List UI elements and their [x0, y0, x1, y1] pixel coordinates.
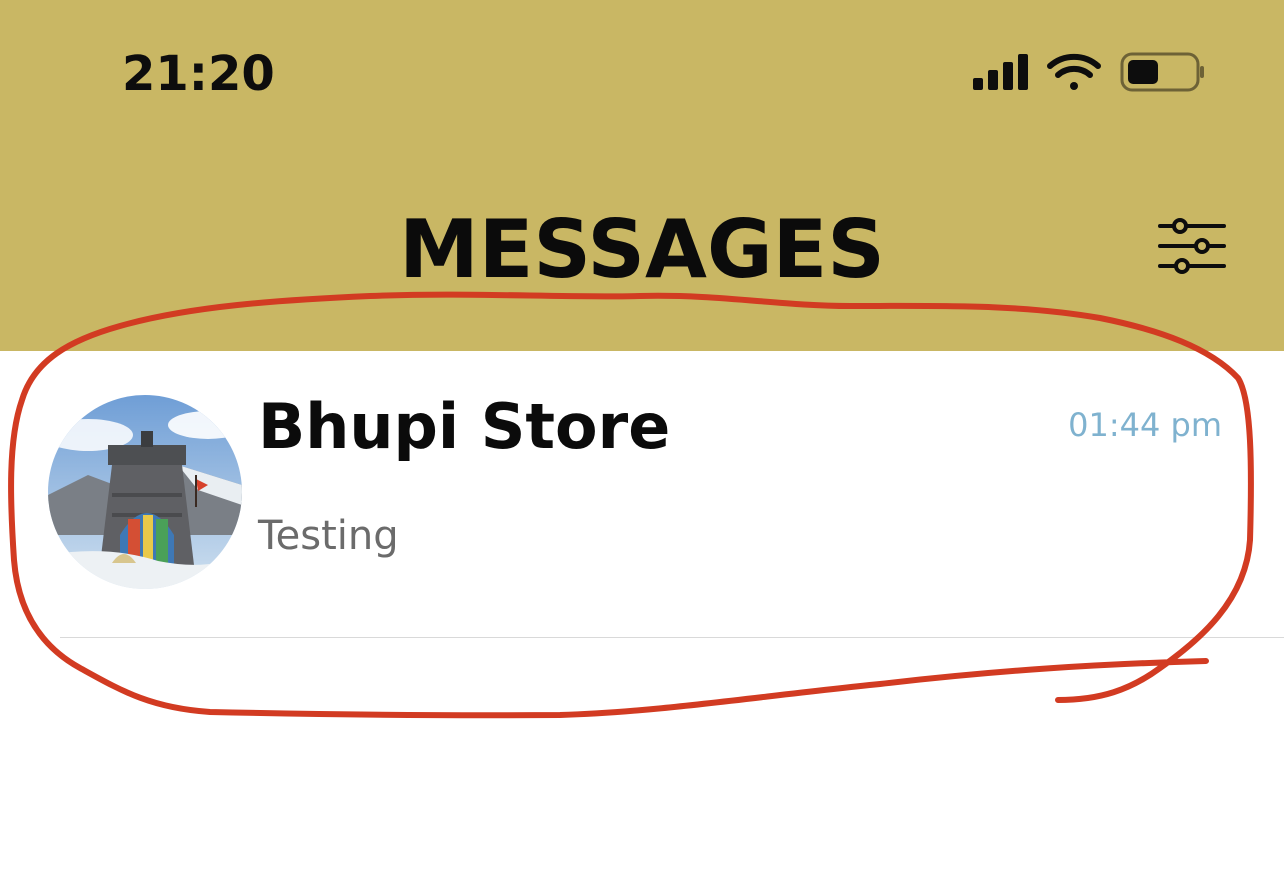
status-icons	[973, 52, 1204, 92]
row-divider	[60, 637, 1284, 638]
message-preview: Testing	[258, 513, 399, 559]
avatar	[48, 395, 242, 589]
messages-screen: 21:20 MESSAGES Bhupi Store 01:44 pm Test…	[0, 0, 1284, 890]
battery-icon	[1120, 52, 1204, 92]
contact-name: Bhupi Store	[258, 390, 671, 463]
wifi-icon	[1047, 53, 1101, 90]
sliders-icon	[1158, 218, 1226, 274]
cellular-signal-icon	[973, 54, 1028, 90]
temple-photo-avatar	[48, 395, 242, 589]
message-timestamp: 01:44 pm	[1068, 406, 1222, 444]
header-bar: 21:20 MESSAGES	[0, 0, 1284, 351]
page-title: MESSAGES	[399, 203, 885, 296]
filter-button[interactable]	[1152, 214, 1232, 280]
status-time: 21:20	[122, 46, 275, 102]
conversation-row[interactable]: Bhupi Store 01:44 pm Testing	[0, 351, 1284, 639]
